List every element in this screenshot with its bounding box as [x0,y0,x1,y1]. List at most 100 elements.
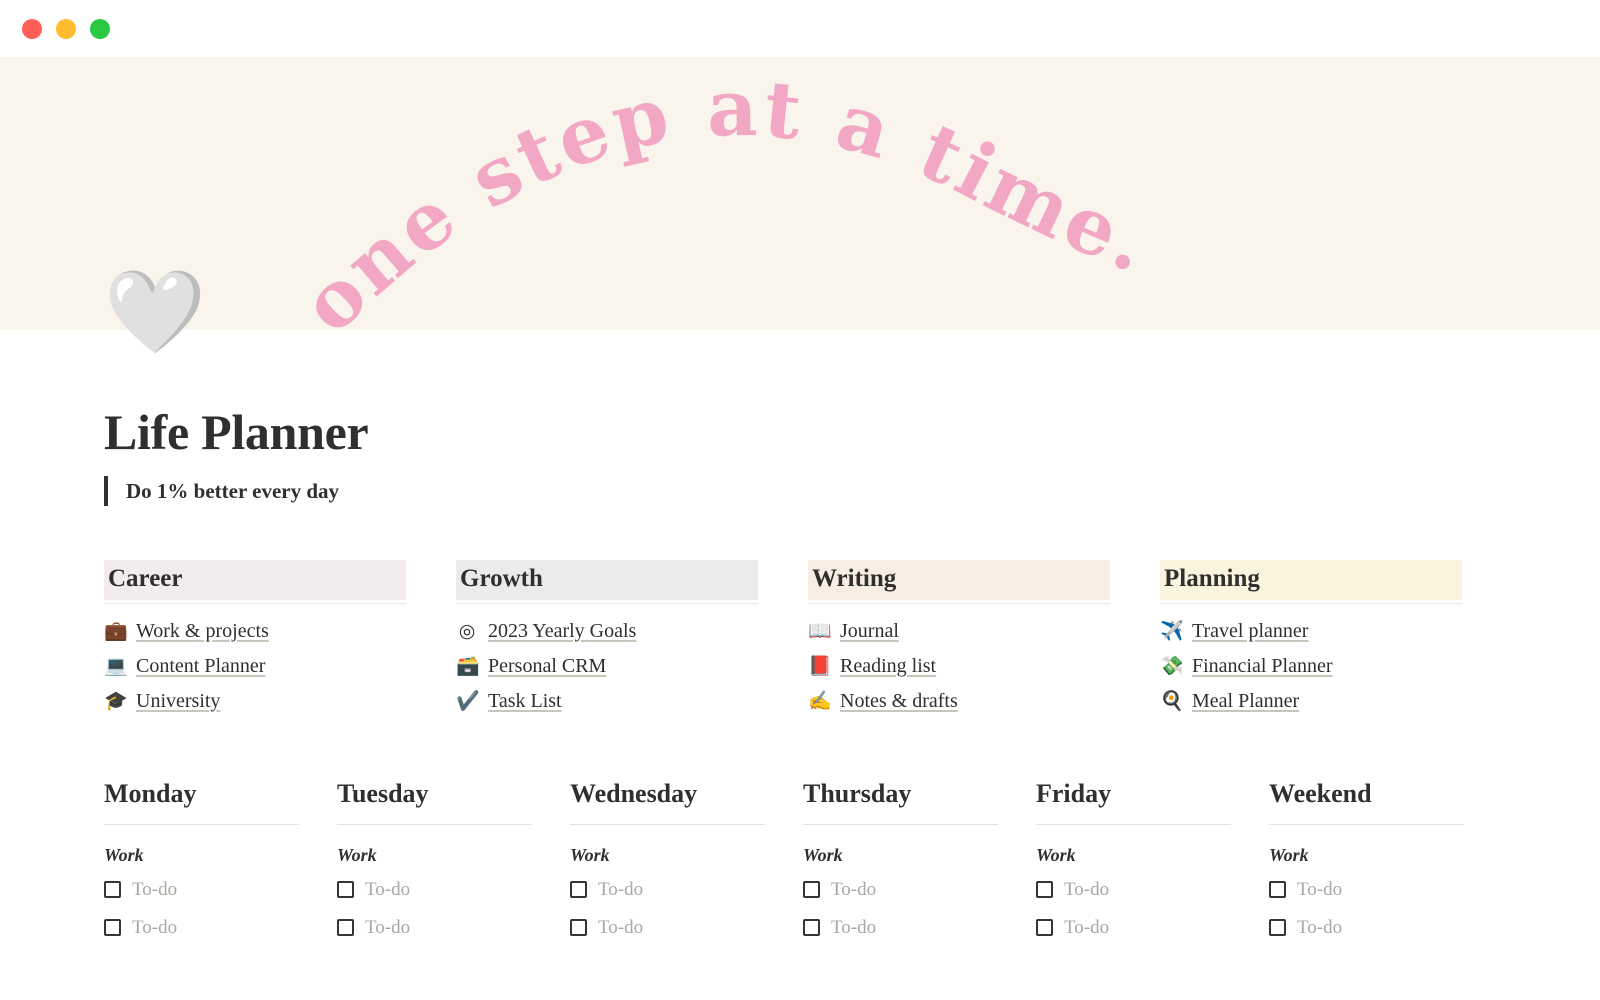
page-link-travel-planner[interactable]: ✈️ Travel planner [1160,619,1462,644]
day-heading: Monday [104,779,197,808]
todo-label[interactable]: To-do [831,917,876,939]
page-link-reading-list[interactable]: 📕 Reading list [808,654,1110,679]
page-link-label: Journal [840,619,899,642]
todo-label[interactable]: To-do [365,879,410,901]
page-icon-white-heart[interactable]: 🤍 [104,272,206,354]
todo-item[interactable]: To-do [1269,879,1464,901]
checkbox-unchecked-icon[interactable] [104,881,121,899]
page-link-task-list[interactable]: ✔️ Task List [456,689,758,714]
day-column-tuesday: Tuesday Work To-do To-do [337,779,532,939]
closed-book-icon: 📕 [808,655,832,677]
category-column-planning: Planning ✈️ Travel planner 💸 Financial Plann… [1160,560,1462,714]
category-divider [456,602,758,604]
todo-item[interactable]: To-do [104,917,299,939]
checkbox-unchecked-icon[interactable] [803,881,820,899]
day-heading: Wednesday [570,779,698,808]
checkbox-unchecked-icon[interactable] [104,919,121,937]
page-link-content-planner[interactable]: 💻 Content Planner [104,654,406,679]
day-section-label: Work [570,844,610,865]
todo-list: To-do To-do [1036,879,1231,939]
category-link-list: ✈️ Travel planner 💸 Financial Planner 🍳 Meal … [1160,619,1462,714]
page-link-personal-crm[interactable]: 🗃️ Personal CRM [456,654,758,679]
todo-item[interactable]: To-do [570,879,765,901]
card-file-box-icon: 🗃️ [456,655,480,677]
todo-label[interactable]: To-do [365,917,410,939]
todo-item[interactable]: To-do [803,879,998,901]
todo-label[interactable]: To-do [598,917,643,939]
page-link-label: Meal Planner [1192,689,1300,712]
category-divider [1160,602,1462,604]
day-section-label: Work [104,844,144,865]
checkbox-unchecked-icon[interactable] [337,919,354,937]
todo-item[interactable]: To-do [1269,917,1464,939]
checkbox-unchecked-icon[interactable] [1269,919,1286,937]
page-link-label: Personal CRM [488,654,607,677]
page-link-meal-planner[interactable]: 🍳 Meal Planner [1160,689,1462,714]
callout-bar [104,476,108,506]
page-link-label: Financial Planner [1192,654,1333,677]
day-column-monday: Monday Work To-do To-do [104,779,299,939]
checkbox-unchecked-icon[interactable] [337,881,354,899]
page-link-label: University [136,689,221,712]
todo-list: To-do To-do [104,879,299,939]
page-link-journal[interactable]: 📖 Journal [808,619,1110,644]
open-book-icon: 📖 [808,620,832,642]
page-link-notes-drafts[interactable]: ✍️ Notes & drafts [808,689,1110,714]
day-divider [803,823,998,825]
day-section-label: Work [1269,844,1309,865]
page-link-financial-planner[interactable]: 💸 Financial Planner [1160,654,1462,679]
todo-label[interactable]: To-do [1064,917,1109,939]
page-cover[interactable]: one step at a time. [0,57,1600,330]
todo-item[interactable]: To-do [803,917,998,939]
checkbox-unchecked-icon[interactable] [570,881,587,899]
page-link-university[interactable]: 🎓 University [104,689,406,714]
airplane-icon: ✈️ [1160,620,1184,642]
checkbox-unchecked-icon[interactable] [803,919,820,937]
cooking-icon: 🍳 [1160,690,1184,712]
category-divider [808,602,1110,604]
page-link-2023-yearly-goals[interactable]: ◎ 2023 Yearly Goals [456,619,758,644]
page-link-label: Content Planner [136,654,266,677]
todo-label[interactable]: To-do [598,879,643,901]
page-link-label: Work & projects [136,619,269,642]
callout-text: Do 1% better every day [126,478,340,503]
day-heading: Friday [1036,779,1112,808]
todo-label[interactable]: To-do [1297,917,1342,939]
todo-item[interactable]: To-do [337,917,532,939]
todo-item[interactable]: To-do [104,879,299,901]
page-body: Life Planner Do 1% better every day Care… [0,330,1600,1000]
graduation-cap-icon: 🎓 [104,690,128,712]
todo-item[interactable]: To-do [570,917,765,939]
day-divider [104,823,299,825]
category-column-writing: Writing 📖 Journal 📕 Reading list ✍️ Notes & dr… [808,560,1110,714]
page-link-work-projects[interactable]: 💼 Work & projects [104,619,406,644]
todo-label[interactable]: To-do [132,917,177,939]
day-heading: Weekend [1269,779,1372,808]
checkbox-unchecked-icon[interactable] [570,919,587,937]
day-column-wednesday: Wednesday Work To-do To-do [570,779,765,939]
minimize-button[interactable] [56,18,76,39]
close-button[interactable] [22,18,42,39]
week-grid: Monday Work To-do To-do Tuesday Work To-do To-d… [104,779,1464,939]
todo-label[interactable]: To-do [132,879,177,901]
todo-item[interactable]: To-do [1036,917,1231,939]
todo-item[interactable]: To-do [1036,879,1231,901]
category-column-growth: Growth ◎ 2023 Yearly Goals 🗃️ Personal CRM ✔️… [456,560,758,714]
todo-label[interactable]: To-do [1064,879,1109,901]
category-column-career: Career 💼 Work & projects 💻 Content Planner 🎓 U… [104,560,406,714]
day-section-label: Work [803,844,843,865]
todo-label[interactable]: To-do [1297,879,1342,901]
category-heading: Writing [808,560,1110,600]
todo-list: To-do To-do [1269,879,1464,939]
checkbox-unchecked-icon[interactable] [1269,881,1286,899]
target-icon: ◎ [458,620,476,642]
todo-item[interactable]: To-do [337,879,532,901]
day-column-thursday: Thursday Work To-do To-do [803,779,998,939]
checkbox-unchecked-icon[interactable] [1036,919,1053,937]
window-titlebar [0,0,1600,57]
checkbox-unchecked-icon[interactable] [1036,881,1053,899]
briefcase-icon: 💼 [104,620,128,642]
todo-label[interactable]: To-do [831,879,876,901]
day-column-friday: Friday Work To-do To-do [1036,779,1231,939]
maximize-button[interactable] [90,18,110,39]
